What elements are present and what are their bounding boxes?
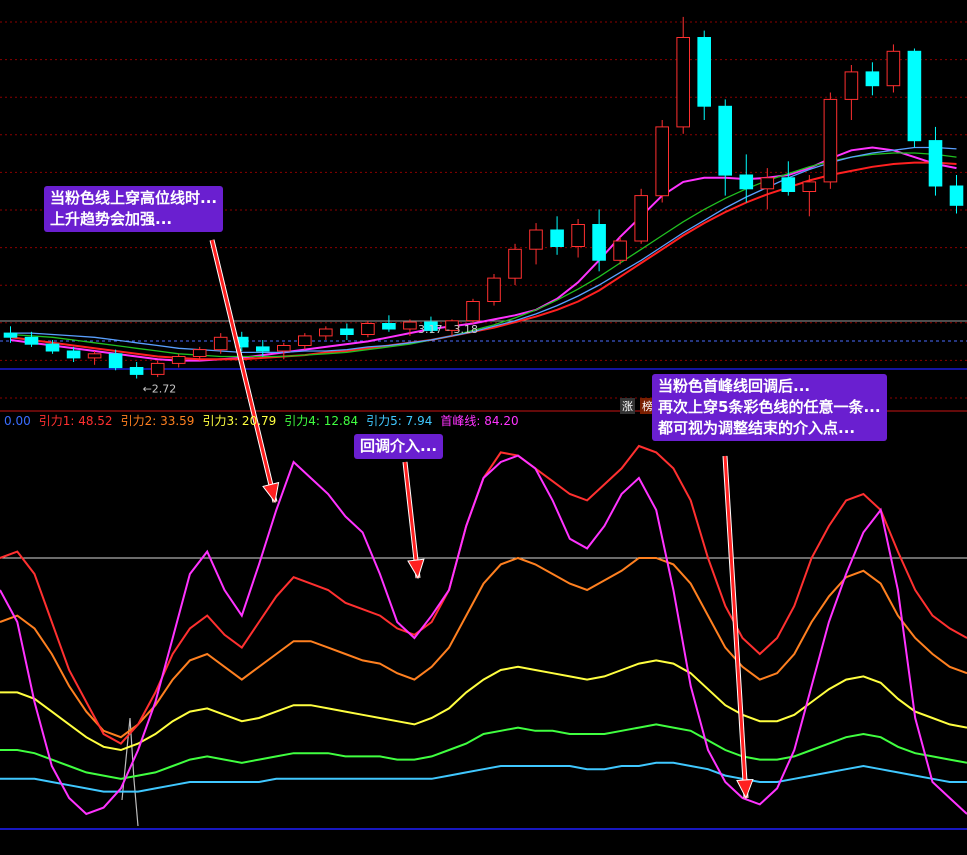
candle-body xyxy=(676,37,691,128)
candle-body xyxy=(781,177,796,193)
candle-body xyxy=(550,229,564,247)
legend-item: 0.00 xyxy=(4,414,31,428)
candle-body xyxy=(340,328,354,335)
candle-body xyxy=(634,195,649,242)
candle-body xyxy=(802,181,817,192)
candle-body xyxy=(886,50,901,87)
low-price-label: ←2.72 xyxy=(143,383,177,396)
candle-body xyxy=(171,356,186,364)
legend-item: 首峰线: 84.20 xyxy=(440,414,519,428)
annotation-note-3-line-3: 都可视为调整结束的介入点... xyxy=(658,419,856,437)
annotation-arrow-1-shaft xyxy=(210,239,277,503)
candle-body xyxy=(466,301,480,322)
candle-body xyxy=(655,126,670,197)
candle-body xyxy=(760,177,775,190)
annotation-note-3: 当粉色首峰线回调后... 再次上穿5条彩色线的任意一条... 都可视为调整结束的… xyxy=(652,374,887,441)
legend-item: 引力4: 12.84 xyxy=(284,414,359,428)
annotation-note-1-line-2: 上升趋势会加强... xyxy=(50,210,173,228)
indicator-legend: 0.00 引力1: 48.52 引力2: 33.59 引力3: 20.79 引力4: 1… xyxy=(4,412,527,429)
candle-body xyxy=(718,105,733,176)
candle-body xyxy=(907,50,922,142)
indicator-series-line xyxy=(0,444,967,745)
candle-body xyxy=(319,328,333,337)
candle-body xyxy=(361,323,375,335)
candle-body xyxy=(823,98,838,183)
annotation-note-2: 回调介入... xyxy=(354,434,444,459)
candle-body xyxy=(298,335,312,346)
candle-body xyxy=(87,353,102,359)
candle-body xyxy=(3,332,18,338)
indicator-series-line xyxy=(0,761,967,793)
legend-item: 引力1: 48.52 xyxy=(38,414,113,428)
candle-body xyxy=(66,350,81,359)
candle-body xyxy=(487,277,501,303)
indicator-series-line xyxy=(0,454,967,816)
candle-body xyxy=(213,336,228,351)
candle-body xyxy=(108,353,123,369)
annotation-note-3-line-2: 再次上穿5条彩色线的任意一条... xyxy=(658,398,881,416)
candle-body xyxy=(150,362,165,375)
candle-body xyxy=(739,174,754,190)
range-price-label: 3.17 - 3.18 xyxy=(418,323,478,336)
candle-body xyxy=(865,71,880,87)
candle-body xyxy=(697,37,712,107)
candle-body xyxy=(928,140,943,187)
candle-body xyxy=(529,229,543,250)
annotation-arrow-3-shaft xyxy=(723,455,748,799)
indicator-pane-marks xyxy=(0,444,967,816)
candle-body xyxy=(382,323,396,330)
candle-body xyxy=(403,321,417,330)
annotation-note-3-line-1: 当粉色首峰线回调后... xyxy=(658,377,811,395)
badge-zhang[interactable]: 涨 xyxy=(620,398,635,414)
annotation-note-2-line-1: 回调介入... xyxy=(360,437,438,455)
annotation-arrow-2-head xyxy=(407,558,425,580)
annotation-note-1-line-1: 当粉色线上穿高位线时... xyxy=(50,189,218,207)
indicator-series-line xyxy=(0,659,967,752)
candle-body xyxy=(129,367,144,375)
legend-item: 引力5: 7.94 xyxy=(366,414,433,428)
legend-item: 引力3: 20.79 xyxy=(202,414,277,428)
candle-body xyxy=(592,224,606,261)
candle-body xyxy=(844,71,859,100)
candle-body xyxy=(256,346,270,352)
legend-item: 引力2: 33.59 xyxy=(120,414,195,428)
candle-body xyxy=(571,224,585,247)
candle-body xyxy=(24,336,39,345)
candle-body xyxy=(949,185,964,206)
candle-body xyxy=(613,240,627,261)
candle-body xyxy=(45,343,60,352)
candle-body xyxy=(192,349,207,358)
candle-body xyxy=(508,248,522,279)
annotation-arrows xyxy=(209,239,754,800)
candle-body xyxy=(277,345,291,352)
annotation-note-1: 当粉色线上穿高位线时... 上升趋势会加强... xyxy=(44,186,224,232)
